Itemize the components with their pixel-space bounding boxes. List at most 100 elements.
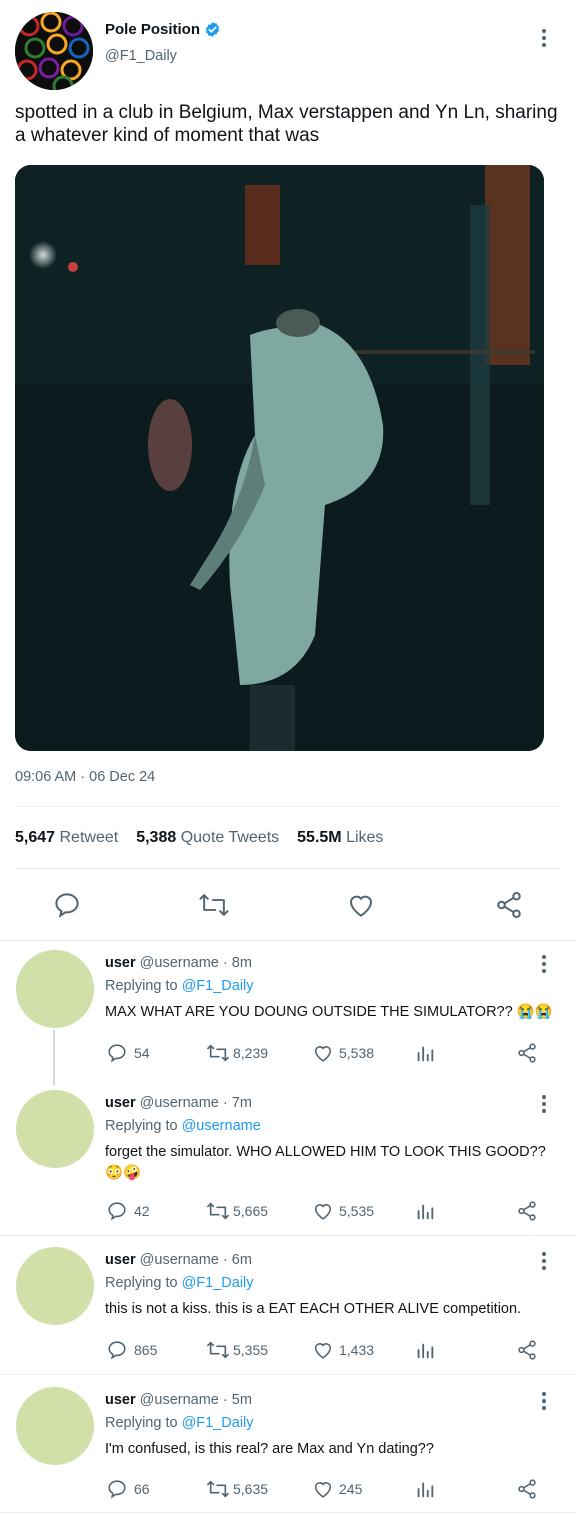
retweet-icon: [207, 1480, 229, 1498]
share-icon: [518, 1479, 536, 1499]
author-handle[interactable]: @F1_Daily: [105, 48, 177, 64]
replying-to-link[interactable]: @F1_Daily: [182, 1275, 254, 1291]
reply-retweet-button[interactable]: 5,355: [206, 1339, 268, 1361]
retweet-button[interactable]: [198, 890, 230, 925]
reply-like-button[interactable]: 5,538: [311, 1042, 374, 1064]
more-vertical-icon[interactable]: [534, 1249, 554, 1273]
reply-meta: @username · 7m: [139, 1095, 252, 1111]
replying-to-link[interactable]: @username: [182, 1118, 261, 1134]
reply-analytics-button[interactable]: [414, 1042, 436, 1064]
replying-to-link[interactable]: @F1_Daily: [182, 978, 254, 994]
reply-retweet-count: 5,635: [233, 1481, 269, 1497]
more-vertical-icon[interactable]: [534, 952, 554, 976]
author-avatar[interactable]: [15, 12, 93, 90]
replying-to-label: Replying to: [105, 978, 182, 994]
reply-bubble-icon: [55, 893, 79, 918]
reply-share-button[interactable]: [516, 1042, 538, 1064]
reply-like-button[interactable]: 245: [311, 1478, 362, 1500]
more-vertical-icon[interactable]: [534, 1389, 554, 1413]
reply-text: this is not a kiss. this is a EAT EACH O…: [105, 1301, 522, 1317]
tweet-timestamp[interactable]: 09:06 AM · 06 Dec 24: [15, 769, 155, 785]
author-name[interactable]: Pole Position: [105, 21, 200, 38]
reply-share-button[interactable]: [516, 1339, 538, 1361]
share-icon: [497, 892, 521, 918]
night-scene-image: [15, 165, 544, 751]
share-button[interactable]: [494, 890, 524, 925]
heart-icon: [314, 1204, 332, 1220]
reply-like-count: 245: [339, 1481, 363, 1497]
reply-retweet-count: 5,355: [233, 1342, 269, 1358]
share-icon: [518, 1340, 536, 1360]
reply-retweet-button[interactable]: 5,665: [206, 1200, 268, 1222]
reply-retweet-button[interactable]: 5,635: [206, 1478, 268, 1500]
tyre-stack-image: [15, 12, 93, 90]
reply-bubble-icon: [108, 1480, 126, 1499]
reply-comment-button[interactable]: 66: [106, 1478, 150, 1500]
reply-avatar[interactable]: [16, 950, 94, 1028]
reply-button[interactable]: [52, 890, 82, 925]
reply-author-name[interactable]: user: [105, 1252, 136, 1268]
reply-analytics-button[interactable]: [414, 1339, 436, 1361]
like-button[interactable]: [346, 890, 376, 925]
heart-icon: [314, 1482, 332, 1498]
reply-comment-count: 42: [134, 1203, 150, 1219]
analytics-bars-icon: [417, 1204, 434, 1220]
reply-like-count: 1,433: [339, 1342, 375, 1358]
reply-comment-count: 66: [134, 1481, 150, 1497]
quote-count-link[interactable]: 5,388 Quote Tweets: [136, 829, 279, 847]
tweet-stats: 5,647 Retweet 5,388 Quote Tweets 55.5M L…: [15, 829, 383, 847]
reply-meta: @username · 5m: [139, 1392, 252, 1408]
tweet-text: spotted in a club in Belgium, Max versta…: [15, 102, 558, 146]
reply-bubble-icon: [108, 1202, 126, 1221]
reply-retweet-button[interactable]: 8,239: [206, 1042, 268, 1064]
thread-connector: [53, 1030, 55, 1085]
reply-like-button[interactable]: 5,535: [311, 1200, 374, 1222]
like-label: Likes: [346, 829, 384, 846]
retweet-count-link[interactable]: 5,647 Retweet: [15, 829, 118, 847]
like-count: 55.5M: [297, 829, 342, 846]
quote-count: 5,388: [136, 829, 177, 846]
reply-text: forget the simulator. WHO ALLOWED HIM TO…: [105, 1144, 546, 1181]
reply-analytics-button[interactable]: [414, 1200, 436, 1222]
reply-share-button[interactable]: [516, 1478, 538, 1500]
reply-analytics-button[interactable]: [414, 1478, 436, 1500]
reply-comment-button[interactable]: 54: [106, 1042, 150, 1064]
share-icon: [518, 1201, 536, 1221]
reply-like-count: 5,535: [339, 1203, 375, 1219]
reply-retweet-count: 5,665: [233, 1203, 269, 1219]
replying-to-label: Replying to: [105, 1118, 182, 1134]
analytics-bars-icon: [417, 1046, 434, 1062]
retweet-icon: [207, 1202, 229, 1220]
reply-bubble-icon: [108, 1044, 126, 1063]
divider: [15, 806, 561, 807]
like-count-link[interactable]: 55.5M Likes: [297, 829, 383, 847]
divider: [15, 868, 561, 869]
replying-to-label: Replying to: [105, 1415, 182, 1431]
reply-comment-button[interactable]: 42: [106, 1200, 150, 1222]
quote-label: Quote Tweets: [180, 829, 280, 846]
reply-avatar[interactable]: [16, 1090, 94, 1168]
reply-author-name[interactable]: user: [105, 1392, 136, 1408]
reply-share-button[interactable]: [516, 1200, 538, 1222]
reply-text: I'm confused, is this real? are Max and …: [105, 1441, 434, 1457]
reply-like-button[interactable]: 1,433: [311, 1339, 374, 1361]
heart-icon: [314, 1343, 332, 1359]
verified-badge-icon: [204, 21, 221, 38]
reply-avatar[interactable]: [16, 1247, 94, 1325]
heart-icon: [314, 1046, 332, 1062]
more-vertical-icon[interactable]: [534, 1092, 554, 1116]
reply-author-name[interactable]: user: [105, 1095, 136, 1111]
reply-comment-count: 54: [134, 1045, 150, 1061]
reply-comment-button[interactable]: 865: [106, 1339, 157, 1361]
reply-text: MAX WHAT ARE YOU DOUNG OUTSIDE THE SIMUL…: [105, 1004, 553, 1020]
analytics-bars-icon: [417, 1343, 434, 1359]
more-vertical-icon[interactable]: [534, 26, 554, 50]
reply-avatar[interactable]: [16, 1387, 94, 1465]
replying-to-label: Replying to: [105, 1275, 182, 1291]
retweet-icon: [207, 1044, 229, 1062]
retweet-icon: [207, 1341, 229, 1359]
replying-to-link[interactable]: @F1_Daily: [182, 1415, 254, 1431]
reply-meta: @username · 8m: [139, 955, 252, 971]
tweet-photo[interactable]: [15, 165, 544, 751]
reply-author-name[interactable]: user: [105, 955, 136, 971]
